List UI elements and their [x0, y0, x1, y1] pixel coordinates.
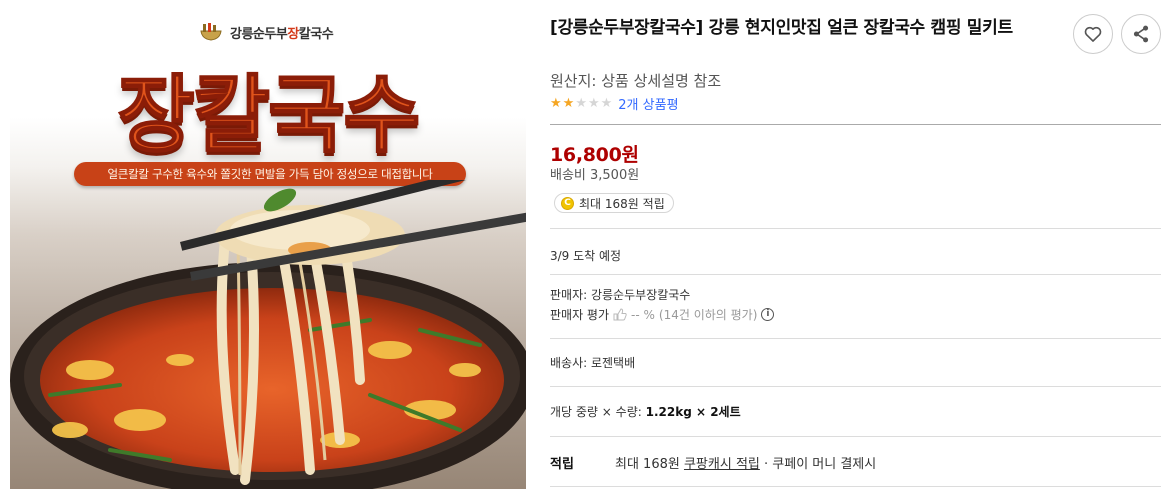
product-title: [강릉순두부장칼국수] 강릉 현지인맛집 얼큰 장칼국수 캠핑 밀키트 [550, 18, 1013, 38]
noodle-bowl-illustration [10, 180, 526, 489]
divider [550, 274, 1161, 275]
divider [550, 486, 1161, 487]
hero-title: 장칼국수 [116, 65, 421, 165]
divider [550, 228, 1161, 229]
star-empty-icon: ★ [600, 95, 613, 111]
courier-info: 배송사: 로젠택배 [550, 356, 636, 370]
heart-icon [1084, 26, 1102, 42]
divider [550, 124, 1161, 125]
bowl-logo-icon [198, 22, 224, 42]
star-filled-icon: ★ [550, 95, 562, 111]
option-info: 개당 중량 × 수량: 1.22kg × 2세트 [550, 403, 741, 420]
divider [550, 338, 1161, 339]
info-icon[interactable]: i [761, 308, 775, 321]
share-icon [1133, 25, 1149, 43]
seller-rating-value: -- % [631, 307, 655, 322]
coupang-cash-link[interactable]: 쿠팡캐시 적립 [684, 457, 760, 472]
reward-badge: C 최대 168원 적립 [554, 193, 674, 213]
brand-logo: 강릉순두부장칼국수 [198, 22, 334, 42]
wish-button[interactable] [1073, 14, 1113, 54]
divider [550, 436, 1161, 437]
review-count-link[interactable]: 2개 상품평 [618, 94, 678, 113]
coin-icon: C [561, 196, 574, 210]
reward-label: 적립 [550, 457, 574, 472]
star-empty-icon: ★ [587, 95, 600, 111]
brand-name: 강릉순두부장칼국수 [230, 26, 334, 42]
reward-badge-label: 최대 168원 적립 [579, 196, 665, 211]
star-filled-icon: ★ [562, 95, 575, 111]
share-button[interactable] [1121, 14, 1161, 54]
reward-detail: 최대 168원 쿠팡캐시 적립 · 쿠페이 머니 결제시 [615, 457, 877, 472]
option-label: 개당 중량 × 수량: [550, 405, 646, 419]
product-info-panel: [강릉순두부장칼국수] 강릉 현지인맛집 얼큰 장칼국수 캠핑 밀키트 원산지:… [550, 0, 1162, 489]
divider [550, 386, 1161, 387]
delivery-date: 3/9 도착 예정 [550, 249, 622, 263]
option-value: 1.22kg × 2세트 [645, 405, 741, 419]
seller-rating: 판매자 평가 -- % (14건 이하의 평가) i [550, 306, 775, 323]
seller-name[interactable]: 판매자: 강릉순두부장칼국수 [550, 286, 690, 303]
seller-rating-note: (14건 이하의 평가) [658, 308, 758, 322]
star-rating: ★ ★ ★ ★ ★ [550, 95, 613, 111]
shipping-fee: 배송비 3,500원 [550, 168, 640, 183]
seller-rating-label: 판매자 평가 [550, 308, 610, 322]
star-empty-icon: ★ [575, 95, 587, 111]
origin-info: 원산지: 상품 상세설명 참조 [550, 72, 722, 90]
product-main-image[interactable]: 강릉순두부장칼국수 장칼국수 얼큰칼칼 구수한 육수와 쫄깃한 면발을 가득 담… [10, 0, 526, 489]
thumbs-up-icon [613, 308, 627, 321]
rating-row[interactable]: ★ ★ ★ ★ ★ 2개 상품평 [550, 94, 679, 113]
price: 16,800원 [550, 144, 639, 166]
